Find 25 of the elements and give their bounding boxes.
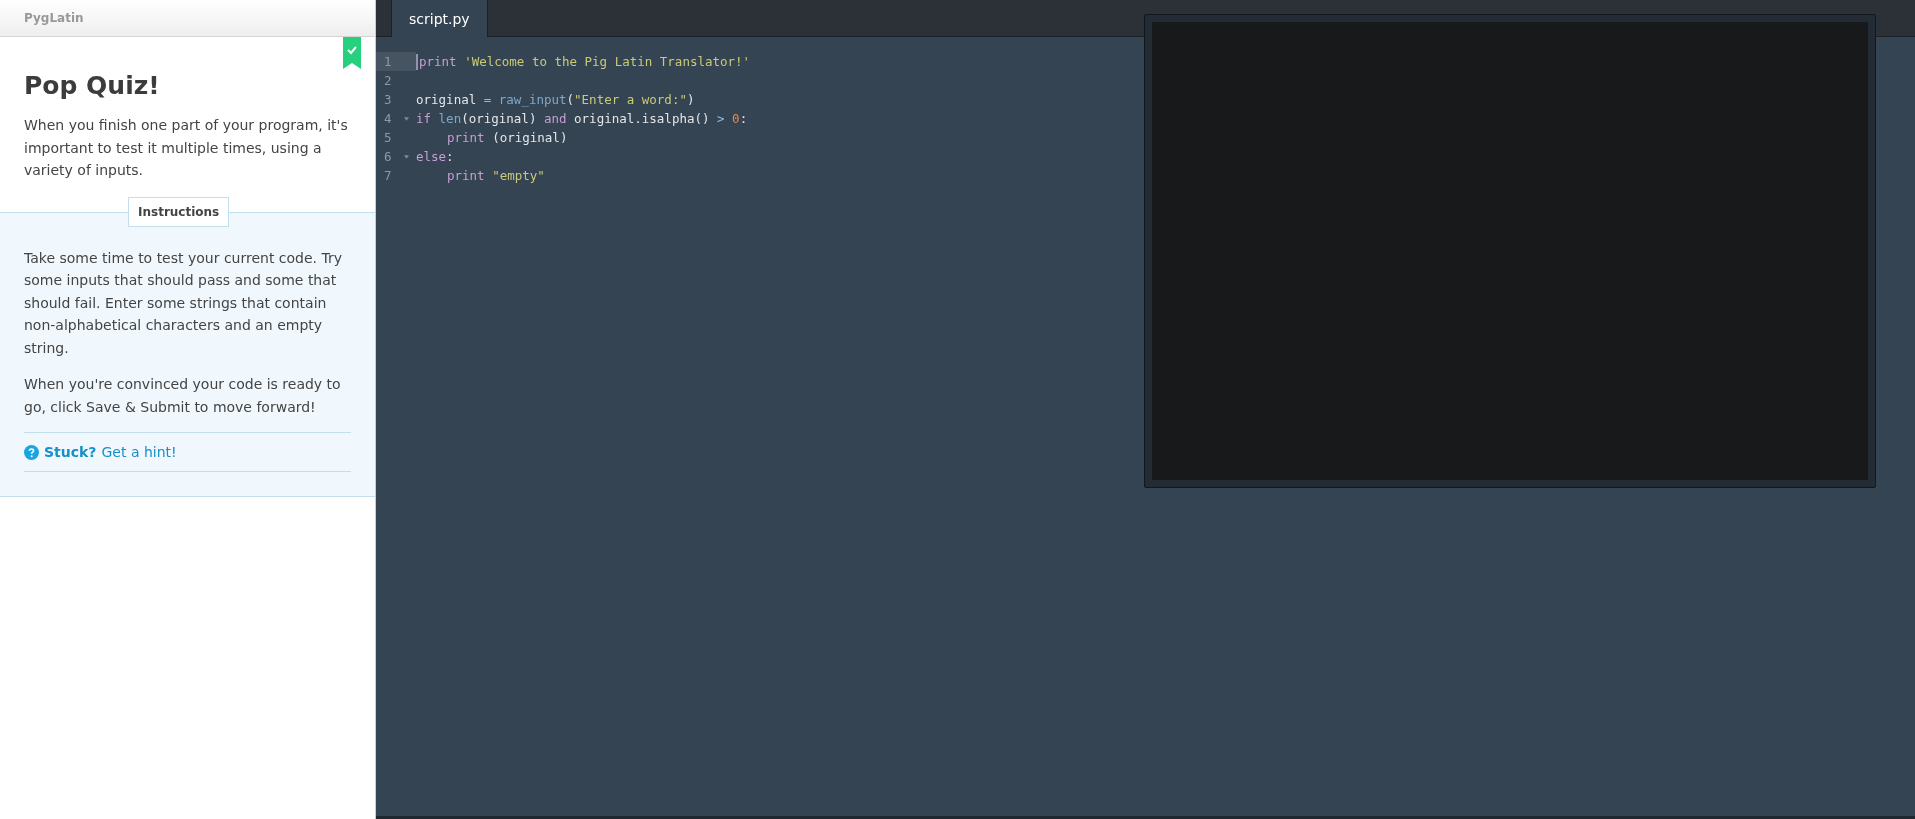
code-line: if len(original) and original.isalpha() > 0: (416, 111, 748, 126)
line-number: 3 (383, 91, 393, 109)
fold-caret-icon[interactable] (404, 154, 409, 159)
hint-label: Stuck? (44, 444, 97, 460)
code-line: print (original) (446, 130, 568, 145)
line-number: 4 (376, 109, 416, 128)
code-line: print "empty" (446, 168, 545, 183)
line-number: 5 (383, 129, 393, 147)
lesson-title: Pop Quiz! (24, 71, 161, 100)
instructions-label: Instructions (128, 196, 230, 227)
line-number: 2 (383, 72, 393, 90)
project-title: PygLatin (24, 11, 84, 25)
line-number: 1 (376, 52, 416, 71)
line-number: 7 (383, 167, 393, 185)
lesson-intro: When you finish one part of your program, it's important to test it multiple times, using a variety of inputs. (24, 116, 349, 180)
fold-caret-icon[interactable] (404, 116, 409, 121)
line-number: 6 (376, 147, 416, 166)
code-line: original = raw_input("Enter a word:") (416, 92, 695, 107)
instruction-text: Take some time to test your current code. Try some inputs that should pass and some that should fail. Enter some strings that contain non-alphabetical characters and an empty string. (24, 248, 344, 358)
help-icon (24, 444, 39, 460)
code-editor[interactable]: 1 print 'Welcome to the Pig Latin Translator!' 2 3 original = raw_input("Enter a word:") 4 if len(original) and original.isalpha() > 0: 5 print (original) 6 else: 7 print "empty" (376, 37, 1126, 816)
instruction-text: When you're convinced your code is ready to go, click Save & Submit to move forward! (24, 375, 342, 417)
code-line: print 'Welcome to the Pig Latin Translator!' (416, 53, 751, 70)
file-tab[interactable]: script.py (391, 0, 488, 37)
code-line: else: (416, 149, 454, 164)
